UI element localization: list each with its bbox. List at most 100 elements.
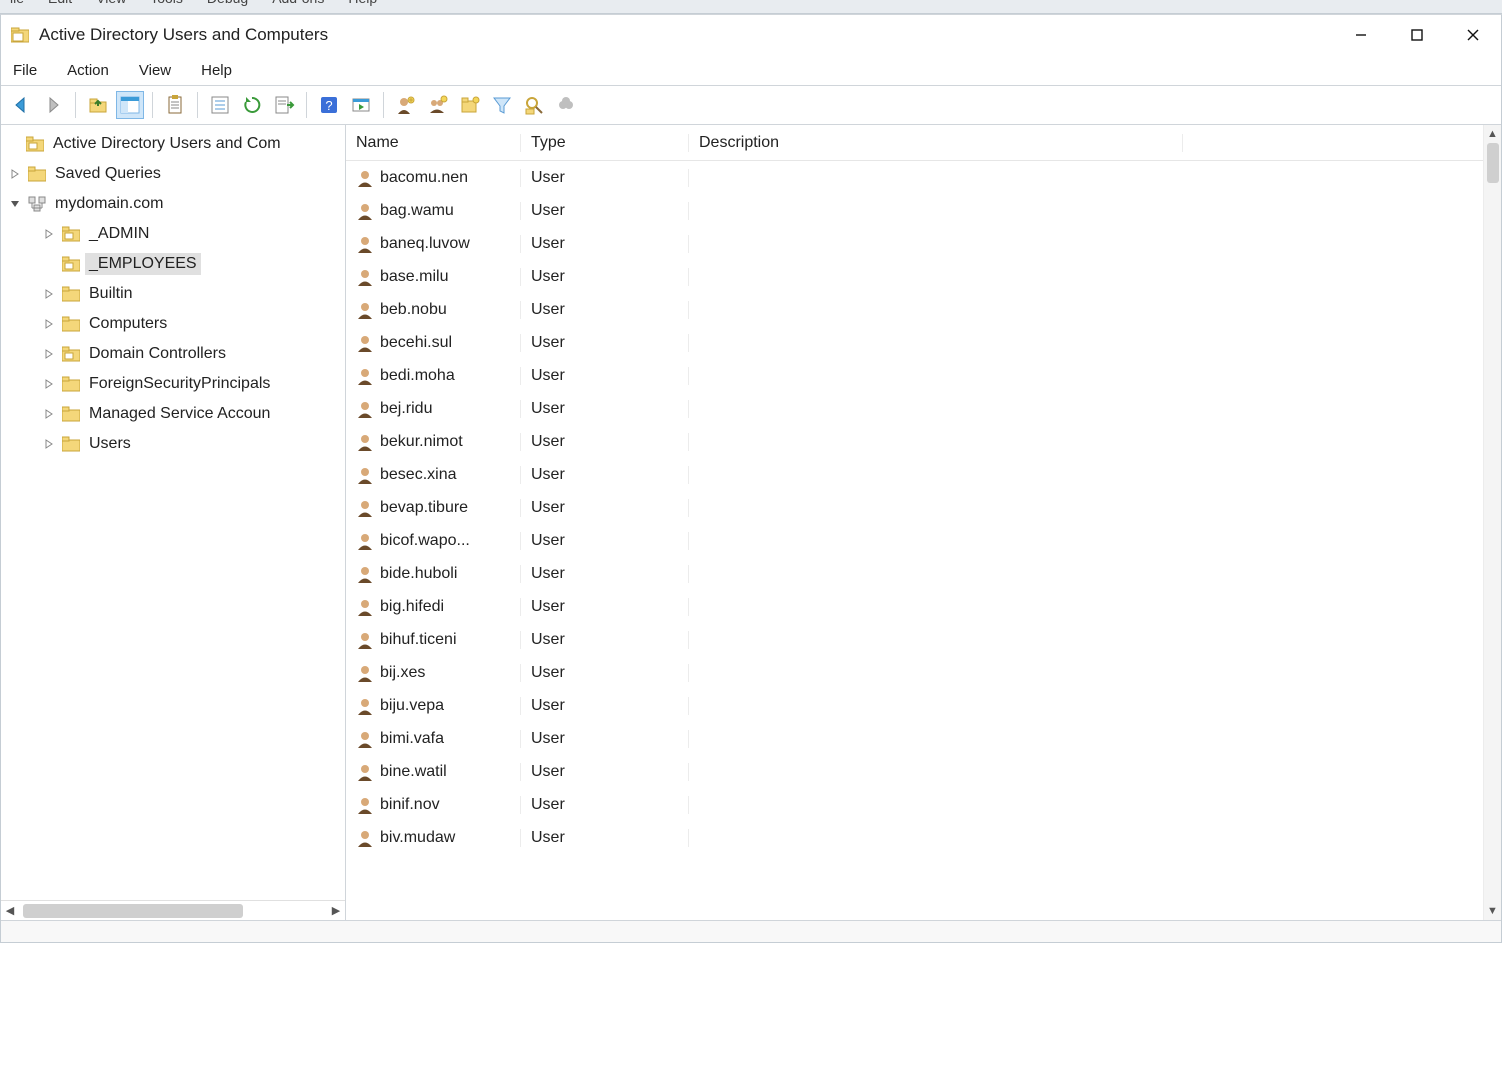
tree-node-label: Active Directory Users and Com — [49, 133, 285, 155]
list-item[interactable]: binif.novUser — [346, 788, 1483, 821]
expand-icon[interactable] — [41, 436, 57, 452]
help-icon[interactable]: ? — [315, 91, 343, 119]
user-type: User — [521, 697, 689, 715]
user-name: biju.vepa — [380, 697, 444, 715]
user-name: base.milu — [380, 268, 448, 286]
maximize-button[interactable] — [1389, 15, 1445, 55]
tree-saved-queries[interactable]: Saved Queries — [1, 159, 345, 189]
scroll-right-icon[interactable]: ▶ — [327, 903, 345, 919]
col-header-name[interactable]: Name — [346, 134, 521, 152]
list-item[interactable]: biv.mudawUser — [346, 821, 1483, 854]
scroll-down-icon[interactable]: ▼ — [1485, 902, 1501, 920]
list-item[interactable]: base.milu User — [346, 260, 1483, 293]
list-item[interactable]: biju.vepa User — [346, 689, 1483, 722]
list-item[interactable]: bimi.vafa User — [346, 722, 1483, 755]
tree-node-label: mydomain.com — [51, 193, 167, 215]
list-item[interactable]: becehi.sulUser — [346, 326, 1483, 359]
list-item[interactable]: baneq.luvowUser — [346, 227, 1483, 260]
expand-icon[interactable] — [41, 226, 57, 242]
scroll-thumb[interactable] — [1487, 143, 1499, 183]
toolbar: ? — [1, 85, 1501, 125]
menu-bar: File Action View Help — [1, 55, 1501, 85]
filter-icon[interactable] — [488, 91, 516, 119]
export-list-icon[interactable] — [270, 91, 298, 119]
tree-node--employees[interactable]: _EMPLOYEES — [1, 249, 345, 279]
tree-node-domain-controllers[interactable]: Domain Controllers — [1, 339, 345, 369]
title-bar[interactable]: Active Directory Users and Computers — [1, 15, 1501, 55]
menu-help[interactable]: Help — [197, 59, 236, 82]
forward-icon[interactable] — [39, 91, 67, 119]
list-pane[interactable]: Name Type Description bacomu.nenUserbag.… — [346, 125, 1501, 920]
menu-view[interactable]: View — [135, 59, 175, 82]
tree-h-scrollbar[interactable]: ◀ ▶ — [1, 900, 345, 920]
list-item[interactable]: bej.riduUser — [346, 392, 1483, 425]
tree-node--admin[interactable]: _ADMIN — [1, 219, 345, 249]
user-type: User — [521, 499, 689, 517]
list-item[interactable]: bihuf.ticeniUser — [346, 623, 1483, 656]
add-group-icon[interactable] — [424, 91, 452, 119]
new-ou-icon[interactable] — [456, 91, 484, 119]
expand-icon[interactable] — [5, 136, 21, 152]
user-type: User — [521, 301, 689, 319]
list-item[interactable]: bine.watilUser — [346, 755, 1483, 788]
expand-icon[interactable] — [41, 286, 57, 302]
col-header-type[interactable]: Type — [521, 134, 689, 152]
tree-root[interactable]: Active Directory Users and Com — [1, 129, 345, 159]
run-icon[interactable] — [347, 91, 375, 119]
expand-icon[interactable] — [41, 256, 57, 272]
advanced-icon[interactable] — [552, 91, 580, 119]
col-header-description[interactable]: Description — [689, 134, 1183, 152]
expand-icon[interactable] — [7, 196, 23, 212]
user-type: User — [521, 763, 689, 781]
list-v-scrollbar[interactable]: ▲ ▼ — [1483, 125, 1501, 920]
tree-pane[interactable]: Active Directory Users and Com Saved Quer… — [1, 125, 346, 920]
find-icon[interactable] — [520, 91, 548, 119]
list-item[interactable]: bide.huboliUser — [346, 557, 1483, 590]
expand-icon[interactable] — [41, 406, 57, 422]
tree-node-users[interactable]: Users — [1, 429, 345, 459]
refresh-icon[interactable] — [238, 91, 266, 119]
tree-node-managed-service-accoun[interactable]: Managed Service Accoun — [1, 399, 345, 429]
user-name: bimi.vafa — [380, 730, 444, 748]
minimize-button[interactable] — [1333, 15, 1389, 55]
user-type: User — [521, 730, 689, 748]
list-item[interactable]: bekur.nimotUser — [346, 425, 1483, 458]
tree-node-computers[interactable]: Computers — [1, 309, 345, 339]
list-item[interactable]: besec.xinaUser — [346, 458, 1483, 491]
user-type: User — [521, 796, 689, 814]
scroll-thumb[interactable] — [23, 904, 243, 918]
expand-icon[interactable] — [7, 166, 23, 182]
list-item[interactable]: bij.xesUser — [346, 656, 1483, 689]
user-type: User — [521, 631, 689, 649]
expand-icon[interactable] — [41, 346, 57, 362]
properties-icon[interactable] — [206, 91, 234, 119]
back-icon[interactable] — [7, 91, 35, 119]
add-user-icon[interactable] — [392, 91, 420, 119]
tree-domain[interactable]: mydomain.com — [1, 189, 345, 219]
scroll-left-icon[interactable]: ◀ — [1, 903, 19, 919]
user-type: User — [521, 367, 689, 385]
list-header[interactable]: Name Type Description — [346, 125, 1483, 161]
close-button[interactable] — [1445, 15, 1501, 55]
tree-node-label: Computers — [85, 313, 171, 335]
list-item[interactable]: big.hifediUser — [346, 590, 1483, 623]
scroll-up-icon[interactable]: ▲ — [1485, 125, 1501, 143]
user-type: User — [521, 334, 689, 352]
tree-node-foreignsecurityprincipals[interactable]: ForeignSecurityPrincipals — [1, 369, 345, 399]
clipboard-icon[interactable] — [161, 91, 189, 119]
expand-icon[interactable] — [41, 376, 57, 392]
list-item[interactable]: bag.wamuUser — [346, 194, 1483, 227]
up-folder-icon[interactable] — [84, 91, 112, 119]
list-item[interactable]: bacomu.nenUser — [346, 161, 1483, 194]
list-item[interactable]: beb.nobuUser — [346, 293, 1483, 326]
tree-node-builtin[interactable]: Builtin — [1, 279, 345, 309]
list-item[interactable]: bedi.mohaUser — [346, 359, 1483, 392]
menu-action[interactable]: Action — [63, 59, 113, 82]
user-type: User — [521, 202, 689, 220]
list-item[interactable]: bicof.wapo...User — [346, 524, 1483, 557]
user-type: User — [521, 268, 689, 286]
menu-file[interactable]: File — [9, 59, 41, 82]
list-item[interactable]: bevap.tibureUser — [346, 491, 1483, 524]
show-hide-tree-icon[interactable] — [116, 91, 144, 119]
expand-icon[interactable] — [41, 316, 57, 332]
